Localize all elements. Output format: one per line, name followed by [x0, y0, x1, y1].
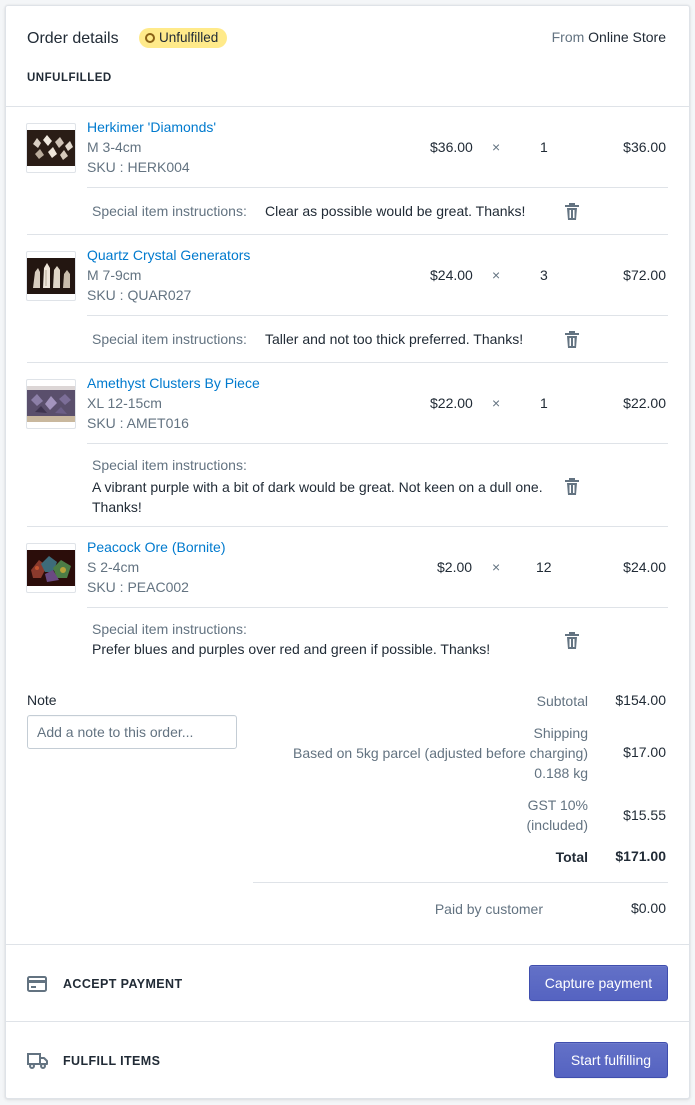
shipping-block: Shipping Based on 5kg parcel (adjusted b…	[293, 723, 588, 783]
quantity: 12	[536, 559, 552, 575]
product-link[interactable]: Quartz Crystal Generators	[87, 247, 250, 263]
line-total: $24.00	[623, 559, 666, 575]
shipping-label: Shipping	[533, 725, 589, 741]
unit-price: $36.00	[430, 139, 473, 155]
divider	[87, 443, 668, 444]
trash-icon[interactable]	[564, 478, 580, 496]
order-details-card: Order details Unfulfilled From Online St…	[5, 5, 690, 1099]
divider	[87, 315, 668, 316]
divider	[6, 106, 689, 107]
times-symbol: ×	[492, 559, 501, 575]
shipping-weight: 0.188 kg	[534, 765, 588, 781]
order-source: From Online Store	[552, 29, 666, 45]
line-total: $22.00	[623, 395, 666, 411]
quantity: 1	[540, 139, 548, 155]
subtotal-label: Subtotal	[536, 693, 588, 709]
truck-icon	[27, 1053, 48, 1069]
accept-payment-label: ACCEPT PAYMENT	[63, 977, 183, 991]
status-dot-icon	[145, 33, 155, 43]
shipping-description: Based on 5kg parcel (adjusted before cha…	[293, 745, 588, 761]
quantity: 1	[540, 395, 548, 411]
product-variant: XL 12-15cm	[87, 395, 162, 411]
line-total: $36.00	[623, 139, 666, 155]
product-thumbnail[interactable]	[26, 379, 76, 429]
divider	[27, 362, 668, 363]
trash-icon[interactable]	[564, 203, 580, 221]
instructions-text: A vibrant purple with a bit of dark woul…	[92, 479, 543, 515]
total-label: Total	[555, 849, 588, 865]
gst-value: $15.55	[623, 807, 666, 823]
note-input[interactable]	[27, 715, 237, 749]
product-sku: SKU : QUAR027	[87, 287, 192, 303]
divider	[253, 882, 668, 883]
paid-label: Paid by customer	[434, 901, 543, 917]
gst-block: GST 10% (included)	[527, 795, 588, 835]
section-label: UNFULFILLED	[27, 72, 112, 84]
bornite-image	[27, 550, 75, 586]
subtotal-value: $154.00	[615, 692, 666, 708]
shipping-value: $17.00	[623, 744, 666, 760]
product-sku: SKU : PEAC002	[87, 579, 189, 595]
unit-price: $2.00	[437, 559, 473, 575]
gst-note: (included)	[526, 817, 588, 833]
divider	[87, 187, 668, 188]
product-thumbnail[interactable]	[26, 123, 76, 173]
total-value: $171.00	[615, 848, 666, 864]
gst-label: GST 10%	[527, 797, 588, 813]
product-link[interactable]: Peacock Ore (Bornite)	[87, 539, 226, 555]
product-thumbnail[interactable]	[26, 543, 76, 593]
instructions-label: Special item instructions:	[92, 457, 247, 473]
unit-price: $24.00	[430, 267, 473, 283]
product-link[interactable]: Herkimer 'Diamonds'	[87, 119, 216, 135]
divider	[87, 607, 668, 608]
divider	[27, 234, 668, 235]
page-title: Order details	[27, 30, 119, 47]
note-label: Note	[27, 692, 57, 708]
unit-price: $22.00	[430, 395, 473, 411]
instructions-label: Special item instructions:	[92, 621, 247, 637]
times-symbol: ×	[492, 395, 501, 411]
product-sku: SKU : HERK004	[87, 159, 190, 175]
product-sku: SKU : AMET016	[87, 415, 189, 431]
amethyst-image	[27, 386, 75, 422]
product-link[interactable]: Amethyst Clusters By Piece	[87, 375, 260, 391]
product-variant: M 3-4cm	[87, 139, 142, 155]
instructions-text: Taller and not too thick preferred. Than…	[265, 331, 524, 347]
herkimer-image	[27, 130, 75, 166]
instructions-text: Prefer blues and purples over red and gr…	[92, 641, 491, 657]
trash-icon[interactable]	[564, 331, 580, 349]
product-thumbnail[interactable]	[26, 251, 76, 301]
instructions-label: Special item instructions:	[92, 203, 247, 219]
paid-value: $0.00	[630, 900, 666, 916]
quartz-image	[27, 258, 75, 294]
capture-payment-button[interactable]: Capture payment	[529, 965, 668, 1001]
product-variant: S 2-4cm	[87, 559, 140, 575]
trash-icon[interactable]	[564, 632, 580, 650]
times-symbol: ×	[492, 139, 501, 155]
times-symbol: ×	[492, 267, 501, 283]
product-variant: M 7-9cm	[87, 267, 142, 283]
divider	[6, 944, 689, 945]
start-fulfilling-button[interactable]: Start fulfilling	[554, 1042, 668, 1078]
status-badge-label: Unfulfilled	[159, 30, 219, 45]
quantity: 3	[540, 267, 548, 283]
fulfill-items-label: FULFILL ITEMS	[63, 1054, 161, 1068]
instructions-label: Special item instructions:	[92, 331, 247, 347]
source-prefix: From	[551, 29, 585, 45]
divider	[6, 1021, 689, 1022]
source-name: Online Store	[588, 29, 666, 45]
credit-card-icon	[27, 976, 47, 992]
instructions-text: Clear as possible would be great. Thanks…	[265, 203, 526, 219]
divider	[27, 526, 668, 527]
status-badge: Unfulfilled	[139, 28, 228, 48]
line-total: $72.00	[623, 267, 666, 283]
